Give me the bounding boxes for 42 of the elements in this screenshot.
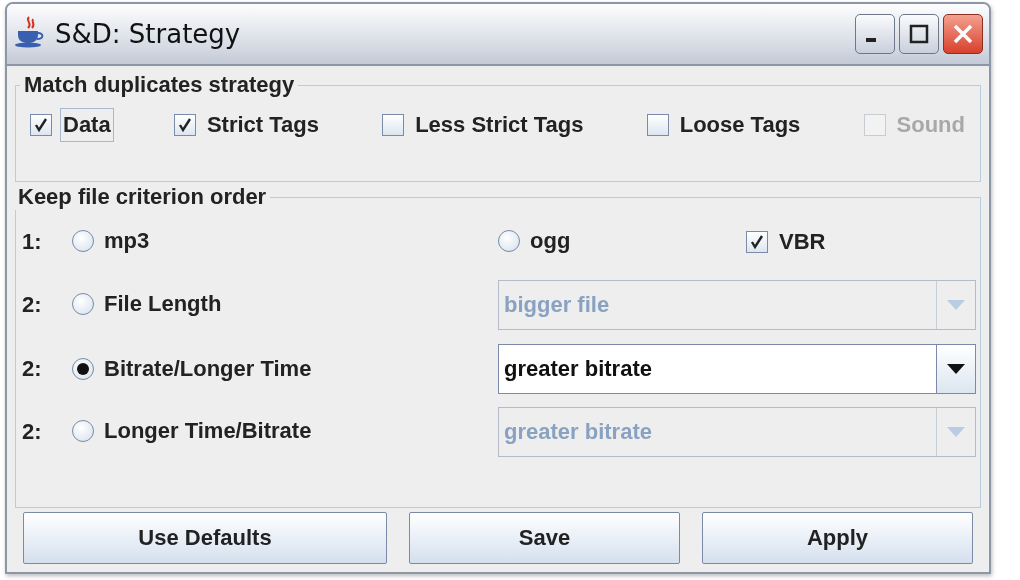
dropdown[interactable]: greater bitrate (498, 343, 976, 394)
caret-icon (947, 363, 965, 374)
minimize-icon (866, 38, 876, 42)
radio-button[interactable] (498, 229, 520, 252)
checkbox-label[interactable]: Less Strict Tags (412, 108, 587, 142)
order-number: 1: (22, 228, 43, 255)
dropdown: greater bitrate (498, 407, 976, 458)
group-title: Match duplicates strategy (23, 72, 296, 98)
radio-label[interactable]: mp3 (104, 227, 150, 254)
close-icon (952, 23, 974, 45)
checkbox[interactable] (646, 114, 669, 136)
checkbox-label[interactable]: VBR (776, 224, 829, 259)
window-title: S&D: Strategy (55, 19, 242, 49)
close-button[interactable] (943, 14, 983, 54)
radio-button[interactable] (72, 420, 94, 443)
dialog-button[interactable]: Apply (702, 512, 973, 564)
group-title: Keep file criterion order (17, 184, 268, 210)
caret-icon (947, 300, 965, 311)
radio-button[interactable] (72, 357, 94, 380)
minimize-button[interactable] (855, 14, 895, 54)
dialog-button[interactable]: Use Defaults (23, 512, 387, 564)
checkbox-label[interactable]: Strict Tags (203, 108, 322, 142)
radio-label[interactable]: File Length (104, 291, 222, 318)
caret-icon (947, 427, 965, 438)
checkbox-label[interactable]: Data (60, 108, 114, 142)
maximize-icon (908, 23, 930, 45)
radio-button[interactable] (72, 293, 94, 316)
radio-label[interactable]: Bitrate/Longer Time (104, 355, 312, 382)
dialog-button[interactable]: Save (409, 512, 680, 564)
radio-label[interactable]: ogg (530, 227, 571, 254)
order-number: 2: (22, 419, 43, 446)
checkbox-label[interactable]: Loose Tags (676, 108, 804, 142)
checkbox[interactable] (173, 114, 196, 136)
radio-label[interactable]: Longer Time/Bitrate (104, 418, 312, 445)
radio-button[interactable] (72, 229, 94, 252)
order-number: 2: (22, 355, 43, 382)
checkbox[interactable] (746, 230, 768, 253)
order-number: 2: (22, 292, 43, 319)
checkbox[interactable] (382, 114, 405, 136)
dropdown: bigger file (498, 280, 976, 331)
checkbox[interactable] (30, 114, 52, 136)
maximize-button[interactable] (899, 14, 939, 54)
